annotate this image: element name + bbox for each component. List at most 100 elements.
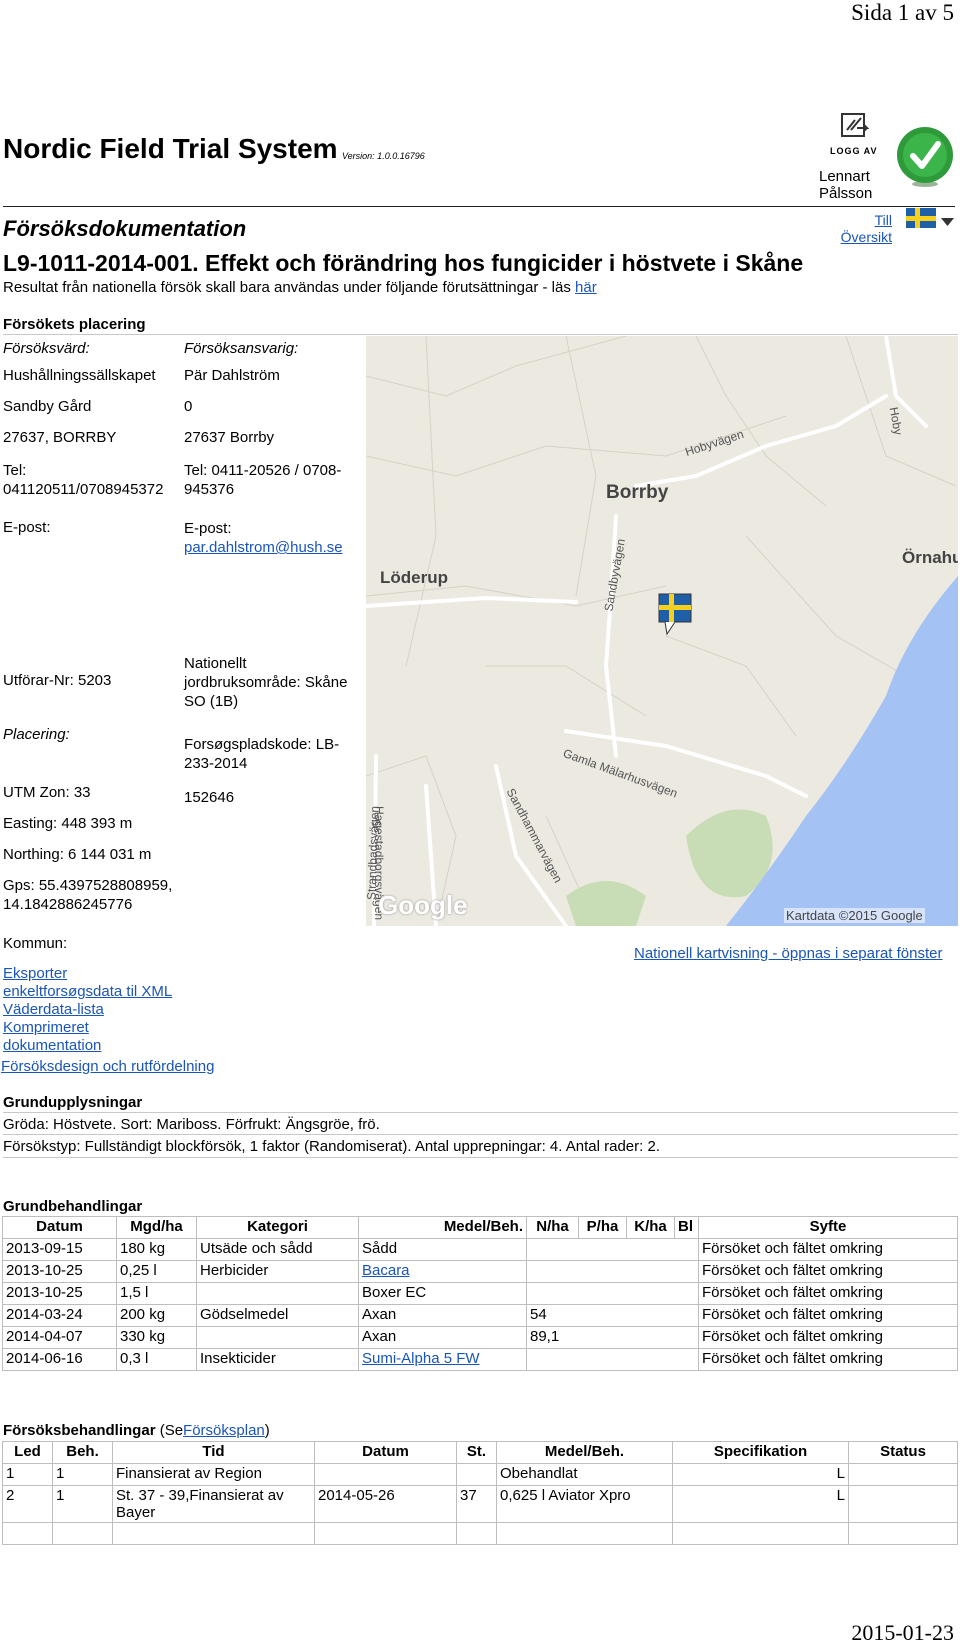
host-name: Hushållningssällskapet bbox=[3, 367, 156, 384]
crop-info: Gröda: Höstvete. Sort: Mariboss. Förfruk… bbox=[3, 1116, 380, 1133]
date-cell: 2013-09-15 bbox=[2, 1238, 117, 1261]
trial-type-info: Försökstyp: Fullständigt blockförsök, 1 … bbox=[3, 1138, 660, 1155]
gps-line1: Gps: 55.4397528808959, bbox=[3, 877, 173, 894]
k-cell bbox=[626, 1260, 675, 1283]
map-attribution[interactable]: Kartdata ©2015 Google bbox=[784, 908, 925, 923]
trial-plan-link[interactable]: Försöksplan bbox=[183, 1422, 265, 1439]
language-dropdown-icon[interactable] bbox=[941, 214, 954, 231]
empty-cell bbox=[672, 1522, 849, 1545]
agent-cell: Sådd bbox=[358, 1238, 527, 1261]
empty-cell bbox=[112, 1522, 315, 1545]
overview-link-line1[interactable]: Till bbox=[834, 212, 892, 229]
language-flag-icon[interactable] bbox=[906, 208, 936, 228]
print-date: 2015-01-23 bbox=[851, 1620, 954, 1645]
table-row: 2014-06-16 0,3 l Insekticider Sumi-Alpha… bbox=[2, 1348, 958, 1371]
bl-cell bbox=[674, 1304, 699, 1327]
responsible-email-link[interactable]: par.dahlstrom@hush.se bbox=[184, 538, 343, 557]
base-treatments-header-row: Datum Mgd/ha Kategori Medel/Beh. N/ha P/… bbox=[2, 1216, 958, 1239]
host-label: Försöksvärd: bbox=[3, 340, 90, 357]
amount-cell: 0,25 l bbox=[116, 1260, 197, 1283]
trial-design-link[interactable]: Försöksdesign och rutfördelning bbox=[1, 1058, 214, 1075]
utm-zone: UTM Zon: 33 bbox=[3, 784, 91, 801]
placing-label: Placering: bbox=[3, 726, 70, 743]
column-header: Led bbox=[2, 1441, 53, 1464]
time-cell: Finansierat av Region bbox=[112, 1463, 315, 1486]
category-cell: Gödselmedel bbox=[196, 1304, 359, 1327]
responsible-phone: Tel: 0411-20526 / 0708- 945376 bbox=[184, 461, 341, 499]
responsible-name: Pär Dahlström bbox=[184, 367, 280, 384]
map-canvas bbox=[366, 336, 958, 926]
logout-button[interactable] bbox=[837, 112, 873, 144]
overview-link[interactable]: Till Översikt bbox=[834, 212, 892, 246]
table-row bbox=[2, 1522, 958, 1545]
disclaimer: Resultat från nationella försök skall ba… bbox=[3, 279, 597, 296]
amount-cell: 1,5 l bbox=[116, 1282, 197, 1305]
trial-treatments-heading: Försöksbehandlingar (SeFörsöksplan) bbox=[3, 1422, 270, 1439]
led-cell: 1 bbox=[2, 1463, 53, 1486]
header-divider bbox=[3, 206, 955, 207]
action-links: Eksporter enkeltforsøgsdata til XML Väde… bbox=[3, 965, 172, 1055]
overview-link-line2[interactable]: Översikt bbox=[834, 229, 892, 246]
column-header: Datum bbox=[314, 1441, 457, 1464]
column-header: Specifikation bbox=[672, 1441, 849, 1464]
agent-link-sumi-alpha[interactable]: Sumi-Alpha 5 FW bbox=[362, 1350, 480, 1367]
time-cell: St. 37 - 39,Finansierat av Bayer bbox=[112, 1485, 315, 1523]
table-row: 1 1 Finansierat av Region Obehandlat L bbox=[2, 1463, 958, 1486]
n-cell bbox=[526, 1348, 579, 1371]
agent-link-bacara[interactable]: Bacara bbox=[362, 1262, 410, 1279]
municipality: Kommun: bbox=[3, 935, 68, 952]
export-xml-link-line2[interactable]: enkeltforsøgsdata til XML bbox=[3, 983, 172, 1001]
category-cell bbox=[196, 1282, 359, 1305]
amount-cell: 180 kg bbox=[116, 1238, 197, 1261]
host-address-1: Sandby Gård bbox=[3, 398, 92, 415]
national-region-line3: SO (1B) bbox=[184, 693, 239, 710]
user-name: Lennart Pålsson bbox=[819, 168, 872, 202]
bl-cell bbox=[674, 1282, 699, 1305]
column-header: Syfte bbox=[698, 1216, 958, 1239]
compressed-doc-link-line1[interactable]: Komprimeret bbox=[3, 1019, 172, 1037]
google-logo: Google bbox=[378, 890, 468, 920]
basic-divider-1 bbox=[3, 1112, 958, 1113]
export-xml-link-line1[interactable]: Eksporter bbox=[3, 965, 172, 983]
amount-cell: 200 kg bbox=[116, 1304, 197, 1327]
executor-number: Utförar-Nr: 5203 bbox=[3, 672, 112, 689]
column-header: Bl bbox=[674, 1216, 699, 1239]
k-cell bbox=[626, 1326, 675, 1349]
basic-info-heading: Grundupplysningar bbox=[3, 1094, 143, 1111]
date-cell: 2013-10-25 bbox=[2, 1260, 117, 1283]
compressed-doc-link-line2[interactable]: dokumentation bbox=[3, 1037, 172, 1055]
column-header: Medel/Beh. bbox=[358, 1216, 527, 1239]
logout-label[interactable]: LOGG AV bbox=[830, 146, 878, 156]
time-line2: Bayer bbox=[116, 1504, 156, 1521]
disclaimer-link[interactable]: här bbox=[575, 279, 597, 296]
compressed-doc-link[interactable]: Komprimeret dokumentation bbox=[3, 1019, 172, 1055]
column-header: Beh. bbox=[52, 1441, 113, 1464]
stage-cell bbox=[456, 1463, 497, 1486]
app-title: Nordic Field Trial System bbox=[3, 133, 338, 164]
host-phone: Tel: 041120511/0708945372 bbox=[3, 461, 163, 499]
purpose-cell: Försöket och fältet omkring bbox=[698, 1348, 958, 1371]
map-label-borrby: Borrby bbox=[606, 482, 669, 503]
approved-check-icon bbox=[896, 124, 954, 188]
empty-cell bbox=[848, 1522, 958, 1545]
column-header: Status bbox=[848, 1441, 958, 1464]
category-cell: Herbicider bbox=[196, 1260, 359, 1283]
n-cell: 89,1 bbox=[526, 1326, 579, 1349]
national-region-line1: Nationellt bbox=[184, 655, 247, 672]
map-label-ornahu: Örnahu bbox=[902, 548, 958, 567]
gps-line2: 14.1842886245776 bbox=[3, 896, 133, 913]
page-number: Sida 1 av 5 bbox=[851, 0, 954, 25]
weather-data-link[interactable]: Väderdata-lista bbox=[3, 1001, 172, 1019]
export-xml-link[interactable]: Eksporter enkeltforsøgsdata til XML bbox=[3, 965, 172, 1001]
beh-cell: 1 bbox=[52, 1485, 113, 1523]
table-row: 2013-09-15 180 kg Utsäde och sådd Sådd F… bbox=[2, 1238, 958, 1261]
site-number: 152646 bbox=[184, 789, 235, 806]
national-map-link[interactable]: Nationell kartvisning - öppnas i separat… bbox=[634, 945, 943, 962]
basic-divider-2 bbox=[3, 1134, 958, 1135]
column-header: St. bbox=[456, 1441, 497, 1464]
placement-heading: Försökets placering bbox=[3, 316, 146, 333]
agent-cell: Obehandlat bbox=[496, 1463, 673, 1486]
bl-cell bbox=[674, 1260, 699, 1283]
user-last-name: Pålsson bbox=[819, 185, 873, 202]
location-map[interactable]: Borrby Löderup Örnahu Hobyvägen Hoby San… bbox=[366, 336, 958, 926]
